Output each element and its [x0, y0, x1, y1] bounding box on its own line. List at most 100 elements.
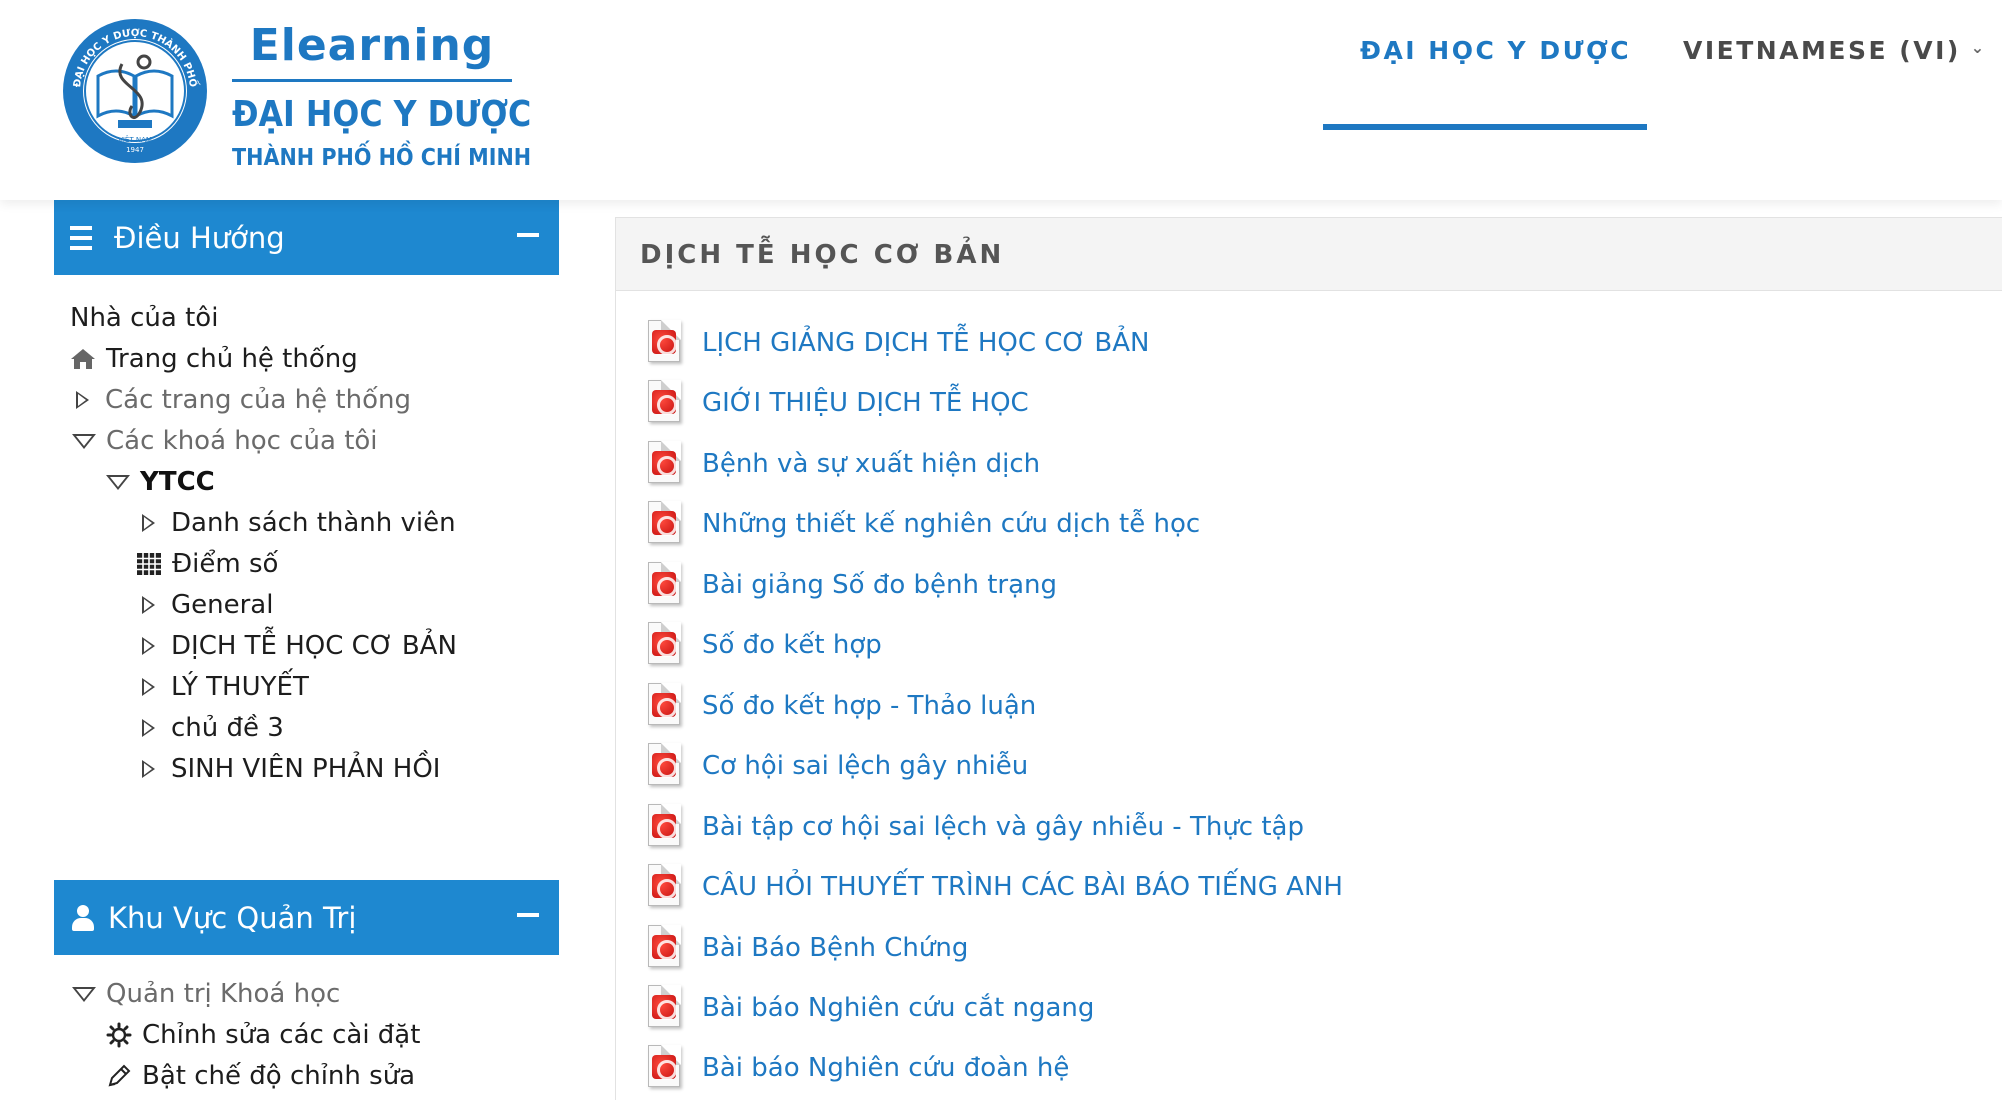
site-logo[interactable]: VIỆT NAM 1947 ĐẠI HỌC Y DƯỢC THÀNH PHỐ H…	[54, 12, 531, 172]
logo-divider	[232, 79, 512, 82]
resource-label: Bài tập cơ hội sai lệch và gây nhiễu - T…	[702, 812, 1304, 842]
admin-item-turn-editing-on[interactable]: Bật chế độ chỉnh sửa	[106, 1058, 415, 1094]
nav-item-label: Trang chủ hệ thống	[106, 344, 358, 374]
nav-item-label: Điểm số	[172, 549, 279, 579]
user-icon	[72, 904, 94, 931]
pdf-icon	[646, 864, 684, 910]
administration-block-title: Khu Vực Quản Trị	[108, 900, 357, 935]
expand-icon[interactable]	[142, 514, 155, 532]
navigation-block-header: Điều Hướng	[54, 200, 559, 275]
language-label: VIETNAMESE (VI)	[1683, 36, 1961, 65]
resource-link[interactable]: Những thiết kế nghiên cứu dịch tễ học	[646, 499, 1200, 549]
resource-label: LỊCH GIẢNG DỊCH TỄ HỌC CƠ BẢN	[702, 328, 1150, 358]
collapse-administration-button[interactable]	[517, 913, 539, 917]
nav-item-my-courses[interactable]: Các khoá học của tôi	[72, 423, 378, 459]
resource-label: Những thiết kế nghiên cứu dịch tễ học	[702, 509, 1201, 539]
pdf-icon	[646, 622, 684, 668]
logo-university: ĐẠI HỌC Y DƯỢC	[232, 94, 532, 135]
collapse-icon[interactable]	[72, 433, 96, 449]
pdf-icon	[646, 320, 684, 366]
nav-item-label: YTCC	[140, 467, 215, 497]
expand-icon[interactable]	[142, 596, 155, 614]
resource-link[interactable]: Bệnh và sự xuất hiện dịch	[646, 439, 1040, 489]
nav-item-site-home[interactable]: Trang chủ hệ thống	[70, 341, 358, 377]
logo-text: Elearning ĐẠI HỌC Y DƯỢC THÀNH PHỐ HỒ CH…	[232, 12, 532, 171]
pdf-icon	[646, 743, 684, 789]
language-selector[interactable]: VIETNAMESE (VI) ⌄	[1683, 36, 1984, 65]
nav-item-participants[interactable]: Danh sách thành viên	[136, 505, 456, 541]
resource-link[interactable]: Bài báo Nghiên cứu cắt ngang	[646, 983, 1094, 1033]
admin-item-label: Quản trị Khoá học	[106, 979, 341, 1009]
nav-item-topic-3[interactable]: chủ đề 3	[136, 710, 284, 746]
nav-item-course-ytcc[interactable]: YTCC	[106, 464, 215, 500]
expand-icon[interactable]	[76, 391, 89, 409]
nav-item-grades[interactable]: Điểm số	[136, 546, 278, 582]
resource-label: Bài báo Nghiên cứu cắt ngang	[702, 993, 1095, 1023]
resource-link[interactable]: Bài báo Nghiên cứu đoàn hệ	[646, 1043, 1069, 1093]
chevron-down-icon: ⌄	[1970, 38, 1985, 57]
nav-item-my-home[interactable]: Nhà của tôi	[70, 300, 218, 336]
resource-label: CÂU HỎI THUYẾT TRÌNH CÁC BÀI BÁO TIẾNG A…	[702, 872, 1343, 902]
nav-item-label: Các khoá học của tôi	[106, 426, 378, 456]
nav-item-site-pages[interactable]: Các trang của hệ thống	[70, 382, 411, 418]
admin-item-label: Bật chế độ chỉnh sửa	[142, 1061, 416, 1091]
nav-university-link[interactable]: ĐẠI HỌC Y DƯỢC	[1360, 36, 1631, 65]
expand-icon[interactable]	[142, 760, 155, 778]
resource-link[interactable]: Số đo kết hợp	[646, 620, 882, 670]
nav-item-label: LÝ THUYẾT	[171, 672, 309, 702]
resource-link[interactable]: Số đo kết hợp - Thảo luận	[646, 681, 1036, 731]
nav-item-label: Danh sách thành viên	[171, 508, 456, 538]
nav-item-label: SINH VIÊN PHẢN HỒI	[171, 754, 441, 784]
resource-label: GIỚI THIỆU DỊCH TỄ HỌC	[702, 388, 1029, 418]
resource-link[interactable]: Bài tập cơ hội sai lệch và gây nhiễu - T…	[646, 802, 1304, 852]
resource-link[interactable]: Cơ hội sai lệch gây nhiễu	[646, 741, 1028, 791]
expand-icon[interactable]	[142, 637, 155, 655]
menu-icon	[70, 225, 100, 250]
nav-item-label: Các trang của hệ thống	[105, 385, 411, 415]
home-icon	[71, 349, 95, 369]
resource-link[interactable]: Bài Báo Bệnh Chứng	[646, 923, 968, 973]
pdf-icon	[646, 562, 684, 608]
expand-icon[interactable]	[142, 719, 155, 737]
pdf-icon	[646, 380, 684, 426]
collapse-icon[interactable]	[106, 474, 130, 490]
resource-link[interactable]: LỊCH GIẢNG DỊCH TỄ HỌC CƠ BẢN	[646, 318, 1149, 368]
active-nav-indicator	[1323, 124, 1647, 130]
grid-icon	[137, 553, 161, 575]
resource-label: Bài Báo Bệnh Chứng	[702, 933, 969, 963]
expand-icon[interactable]	[142, 678, 155, 696]
navigation-block-title: Điều Hướng	[114, 220, 285, 255]
resource-label: Bài giảng Số đo bệnh trạng	[702, 570, 1058, 600]
logo-elearning: Elearning	[249, 20, 495, 71]
nav-item-section-theory[interactable]: LÝ THUYẾT	[136, 669, 309, 705]
pencil-icon	[108, 1064, 131, 1087]
admin-item-label: Chỉnh sửa các cài đặt	[142, 1020, 421, 1050]
nav-item-general[interactable]: General	[136, 587, 273, 623]
admin-item-edit-settings[interactable]: Chỉnh sửa các cài đặt	[106, 1017, 420, 1053]
course-section: DỊCH TỄ HỌC CƠ BẢN LỊCH GIẢNG DỊCH TỄ HỌ…	[615, 217, 2002, 1100]
resource-link[interactable]: GIỚI THIỆU DỊCH TỄ HỌC	[646, 378, 1029, 428]
resource-link[interactable]: Bài giảng Số đo bệnh trạng	[646, 560, 1057, 610]
nav-item-label: DỊCH TỄ HỌC CƠ BẢN	[171, 631, 457, 661]
collapse-navigation-button[interactable]	[517, 233, 539, 237]
collapse-icon[interactable]	[72, 986, 96, 1002]
university-seal-icon: VIỆT NAM 1947 ĐẠI HỌC Y DƯỢC THÀNH PHỐ H…	[60, 16, 207, 163]
nav-item-label: General	[171, 590, 274, 620]
pdf-icon	[646, 1045, 684, 1091]
seal-year: 1947	[126, 146, 144, 154]
gear-icon	[106, 1022, 132, 1048]
nav-item-section-basic-epidemiology[interactable]: DỊCH TỄ HỌC CƠ BẢN	[136, 628, 457, 664]
resource-label: Bệnh và sự xuất hiện dịch	[702, 449, 1041, 479]
section-header: DỊCH TỄ HỌC CƠ BẢN	[616, 218, 2002, 291]
pdf-icon	[646, 683, 684, 729]
administration-block-header: Khu Vực Quản Trị	[54, 880, 559, 955]
pdf-icon	[646, 501, 684, 547]
admin-item-course-administration[interactable]: Quản trị Khoá học	[72, 976, 340, 1012]
logo-city: THÀNH PHỐ HỒ CHÍ MINH	[232, 145, 532, 171]
resource-label: Cơ hội sai lệch gây nhiễu	[702, 751, 1029, 781]
pdf-icon	[646, 925, 684, 971]
nav-item-student-feedback[interactable]: SINH VIÊN PHẢN HỒI	[136, 751, 440, 787]
resource-label: Bài báo Nghiên cứu đoàn hệ	[702, 1053, 1070, 1083]
resource-label: Số đo kết hợp - Thảo luận	[702, 691, 1037, 721]
resource-link[interactable]: CÂU HỎI THUYẾT TRÌNH CÁC BÀI BÁO TIẾNG A…	[646, 862, 1343, 912]
